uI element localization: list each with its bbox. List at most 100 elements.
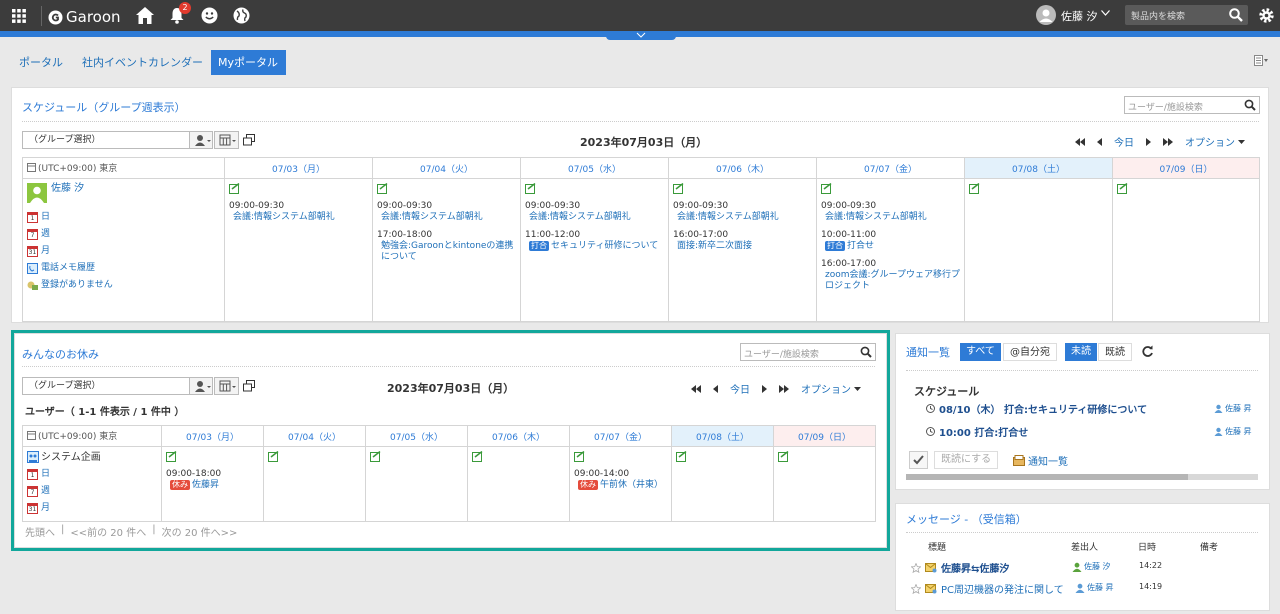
day-view-link[interactable]: 1日 [27,209,220,226]
add-schedule-icon[interactable] [673,183,684,194]
day-header[interactable]: 07/07（金） [816,157,965,179]
message-sender[interactable]: 佐藤 昇 [1075,582,1114,593]
day-cell[interactable]: 09:00-18:00 休み 佐藤昇 [161,446,264,522]
schedule-title[interactable]: スケジュール（グループ週表示） [22,99,186,115]
tab-portal[interactable]: ポータル [12,50,70,75]
message-row[interactable]: 佐藤昇⇆佐藤汐 [911,560,1009,575]
day-header-saturday[interactable]: 07/08（土） [964,157,1113,179]
global-search-input[interactable]: 製品内を検索 [1125,5,1248,25]
add-schedule-icon[interactable] [370,451,381,462]
refresh-icon[interactable] [1141,345,1154,358]
day-cell[interactable]: 09:00-09:30 会議:情報システム部朝礼 [224,178,373,322]
group-select[interactable]: （グループ選択） [22,131,190,149]
schedule-event[interactable]: 11:00-12:00 打合 セキュリティ研修について [525,230,664,252]
day-view-link[interactable]: 1日 [27,466,157,483]
day-cell[interactable] [1112,178,1260,322]
month-view-link[interactable]: 31 月 [27,243,220,260]
day-cell[interactable]: 09:00-09:30 会議:情報システム部朝礼 17:00-18:00 勉強会:G… [372,178,521,322]
options-menu[interactable]: オプション [801,381,861,396]
phone-memo-link[interactable]: 電話メモ履歴 [27,260,220,277]
smiley-icon[interactable] [201,7,218,24]
day-header-sunday[interactable]: 07/09（日） [1112,157,1260,179]
next-day-icon[interactable] [762,384,767,393]
day-cell[interactable]: 09:00-09:30 会議:情報システム部朝礼 11:00-12:00 打合 セキュ… [520,178,669,322]
message-subject[interactable]: PC周辺機器の発注に関して [941,581,1064,596]
schedule-event[interactable]: 16:00-17:00 面接:新卒二次面接 [673,230,812,252]
add-schedule-icon[interactable] [821,183,832,194]
filter-mine-button[interactable]: @自分宛 [1003,343,1057,361]
add-schedule-icon[interactable] [574,451,585,462]
today-link[interactable]: 今日 [730,381,750,396]
filter-all-button[interactable]: すべて [960,343,1001,361]
filter-read-button[interactable]: 既読 [1098,343,1132,361]
schedule-event[interactable]: 09:00-09:30 会議:情報システム部朝礼 [525,201,664,223]
chevron-down-icon[interactable] [1101,10,1110,16]
org-name[interactable]: システム企画 [41,452,101,463]
add-schedule-icon[interactable] [969,183,980,194]
week-view-link[interactable]: 7週 [27,226,220,243]
add-schedule-icon[interactable] [472,451,483,462]
mark-read-button[interactable]: 既読にする [934,451,999,469]
pager-prev[interactable]: <<前の 20 件へ [70,524,146,539]
day-header[interactable]: 07/04（火） [263,425,366,447]
add-schedule-icon[interactable] [229,183,240,194]
presence-link[interactable]: 登録がありません [27,277,220,294]
add-schedule-icon[interactable] [778,451,789,462]
notification-item[interactable]: 10:00 打合:打合せ [926,424,1028,439]
day-header[interactable]: 07/05（水） [520,157,669,179]
next-week-icon[interactable] [1163,137,1173,146]
options-menu[interactable]: オプション [1185,134,1245,149]
day-cell[interactable] [964,178,1113,322]
notification-list-link[interactable]: 通知一覧 [1013,453,1068,468]
header-collapse-handle[interactable] [606,31,676,40]
schedule-event[interactable]: 09:00-09:30 会議:情報システム部朝礼 [377,201,516,223]
add-schedule-icon[interactable] [166,451,177,462]
globe-icon[interactable] [233,7,250,24]
message-subject[interactable]: 佐藤昇⇆佐藤汐 [941,560,1009,575]
user-select-button[interactable] [189,377,213,395]
next-week-icon[interactable] [779,384,789,393]
schedule-event[interactable]: 10:00-11:00 打合 打合せ [821,230,960,252]
column-note[interactable]: 備考 [1200,540,1218,553]
day-cell[interactable] [773,446,876,522]
garoon-logo[interactable]: Garoon [48,8,121,26]
day-cell[interactable] [467,446,570,522]
day-header[interactable]: 07/03（月） [161,425,264,447]
notification-title[interactable]: 通知一覧 [906,344,950,360]
message-title[interactable]: メッセージ - （受信箱） [906,511,1027,527]
tab-my-portal[interactable]: Myポータル [211,50,286,75]
day-cell[interactable]: 09:00-09:30 会議:情報システム部朝礼 10:00-11:00 打合 打合せ… [816,178,965,322]
notification-sender[interactable]: 佐藤 昇 [1214,403,1252,414]
portal-menu-icon[interactable] [1254,55,1268,66]
app-menu-icon[interactable] [12,9,26,23]
schedule-event[interactable]: 09:00-09:30 会議:情報システム部朝礼 [673,201,812,223]
search-icon[interactable] [1229,8,1243,22]
message-row[interactable]: PC周辺機器の発注に関して [911,581,1064,596]
schedule-event[interactable]: 09:00-09:30 会議:情報システム部朝礼 [821,201,960,223]
popup-window-icon[interactable] [243,134,255,146]
day-cell[interactable] [671,446,774,522]
column-time[interactable]: 日時 [1138,540,1156,553]
schedule-event[interactable]: 16:00-17:00 zoom会議:グループウェア移行プロジェクト [821,259,960,292]
holiday-title[interactable]: みんなのお休み [22,346,99,362]
day-cell[interactable]: 09:00-14:00 休み 午前休（井東） [569,446,672,522]
holiday-event[interactable]: 09:00-14:00 休み 午前休（井東） [574,469,667,491]
message-sender[interactable]: 佐藤 汐 [1072,561,1111,572]
column-sender[interactable]: 差出人 [1071,540,1098,553]
day-header[interactable]: 07/05（水） [365,425,468,447]
pager-next[interactable]: 次の 20 件へ>> [162,524,238,539]
day-cell[interactable] [365,446,468,522]
day-header[interactable]: 07/06（木） [467,425,570,447]
day-cell[interactable] [263,446,366,522]
pager-first[interactable]: 先頭へ [25,524,55,539]
month-view-link[interactable]: 31 月 [27,500,157,517]
holiday-user-search[interactable]: ユーザー/施設検索 [740,343,876,361]
user-name-link[interactable]: 佐藤 汐 [51,183,84,203]
search-icon[interactable] [860,346,872,358]
add-schedule-icon[interactable] [676,451,687,462]
popup-window-icon[interactable] [243,380,255,392]
user-name[interactable]: 佐藤 汐 [1061,8,1098,24]
today-link[interactable]: 今日 [1114,134,1134,149]
schedule-event[interactable]: 09:00-09:30 会議:情報システム部朝礼 [229,201,368,223]
filter-unread-button[interactable]: 未読 [1065,343,1097,361]
